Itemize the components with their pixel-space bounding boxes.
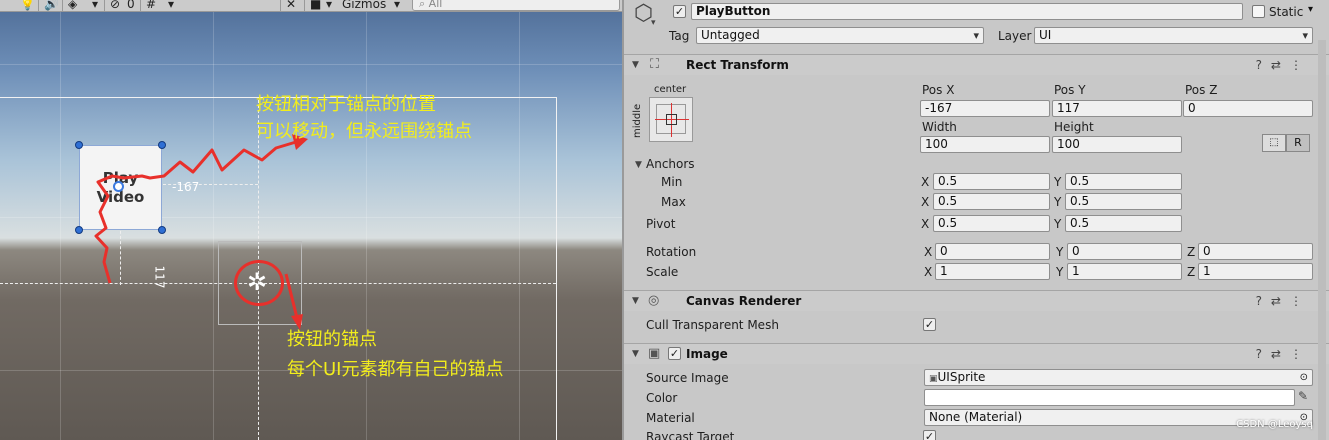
sprite-icon: ▣	[929, 374, 938, 384]
pos-x-label: Pos X	[922, 83, 955, 97]
pivot-x-field[interactable]: 0.5	[933, 215, 1050, 232]
anchor-min-y-field[interactable]: 0.5	[1065, 173, 1182, 190]
hidden-count: 0	[127, 0, 135, 11]
scale-label: Scale	[646, 265, 679, 279]
pivot-y-field[interactable]: 0.5	[1065, 215, 1182, 232]
watermark: CSDN @Leoysq	[1236, 419, 1313, 430]
component-menu-icons[interactable]: ?⇄⋮	[1256, 347, 1311, 361]
canvas-renderer-header[interactable]: ▼ ◎ Canvas Renderer ?⇄⋮	[624, 290, 1329, 311]
anchor-max-label: Max	[661, 195, 686, 209]
anchors-label: Anchors	[646, 157, 695, 171]
search-icon: ⌕	[419, 0, 429, 10]
width-label: Width	[922, 120, 957, 134]
scene-toolbar: 💡 🔊 ◈ ▾ ⊘ 0 # ▾ ✕ ■ ▾ Gizmos ▾ ⌕ All	[0, 0, 622, 12]
rotation-x-field[interactable]: 0	[935, 243, 1050, 260]
rect-transform-icon: ⛶	[650, 57, 660, 72]
annotation-text: 按钮的锚点	[287, 329, 377, 350]
anchor-preset-top-label: center	[654, 84, 687, 95]
anchor-preset-side-label: middle	[632, 103, 643, 138]
pos-z-field[interactable]: 0	[1183, 100, 1313, 117]
pos-y-field[interactable]: 117	[1052, 100, 1182, 117]
rotation-y-field[interactable]: 0	[1067, 243, 1182, 260]
anchor-min-label: Min	[661, 175, 683, 189]
tag-label: Tag	[669, 29, 690, 43]
search-input[interactable]: ⌕ All	[412, 0, 620, 11]
pos-x-field[interactable]: -167	[920, 100, 1050, 117]
component-title: Canvas Renderer	[686, 294, 802, 308]
static-checkbox[interactable]	[1252, 5, 1265, 18]
pivot-label: Pivot	[646, 217, 676, 231]
canvas-renderer-icon: ◎	[648, 293, 660, 308]
annotation-text: 每个UI元素都有自己的锚点	[287, 359, 504, 380]
annotation-text: 按钮相对于锚点的位置	[256, 94, 436, 115]
chevron-down-icon[interactable]: ▾	[651, 18, 656, 28]
eyedropper-icon[interactable]: ✎	[1298, 389, 1308, 403]
annotation-text: 可以移动，但永远围绕锚点	[256, 121, 472, 142]
image-enabled-checkbox[interactable]: ✓	[668, 347, 681, 360]
chevron-down-icon[interactable]: ▾	[168, 0, 174, 12]
source-image-label: Source Image	[646, 371, 729, 385]
material-label: Material	[646, 411, 695, 425]
component-title: Rect Transform	[686, 58, 789, 72]
tag-dropdown[interactable]: Untagged	[696, 27, 984, 44]
camera-icon[interactable]: ■	[310, 0, 321, 12]
anchor-max-y-field[interactable]: 0.5	[1065, 193, 1182, 210]
scale-z-field[interactable]: 1	[1198, 263, 1313, 280]
pos-y-label: Pos Y	[1054, 83, 1086, 97]
grid-icon[interactable]: #	[146, 0, 156, 12]
rect-transform-header[interactable]: ▼ ⛶ Rect Transform ?⇄⋮	[624, 54, 1329, 75]
scale-x-field[interactable]: 1	[935, 263, 1050, 280]
pos-z-label: Pos Z	[1185, 83, 1218, 97]
tools-icon[interactable]: ✕	[286, 0, 296, 12]
foldout-icon[interactable]: ▼	[632, 60, 639, 70]
rotation-label: Rotation	[646, 245, 697, 259]
cull-transparent-mesh-label: Cull Transparent Mesh	[646, 318, 779, 332]
scene-view[interactable]: Play Video -167 117 ✲ 按钮相对于锚点的位置 可以移动，但永…	[0, 0, 622, 440]
height-field[interactable]: 100	[1052, 136, 1182, 153]
anchor-presets-button[interactable]	[649, 97, 693, 142]
chevron-down-icon[interactable]: ▾	[92, 0, 98, 12]
blueprint-mode-icon[interactable]: ⬚	[1262, 134, 1286, 152]
color-field[interactable]	[924, 389, 1295, 406]
component-title: Image	[686, 347, 728, 361]
chevron-down-icon[interactable]: ▾	[394, 0, 400, 12]
chevron-down-icon[interactable]: ▾	[326, 0, 332, 12]
color-label: Color	[646, 391, 678, 405]
anchor-max-x-field[interactable]: 0.5	[933, 193, 1050, 210]
active-checkbox[interactable]: ✓	[673, 5, 686, 18]
object-picker-icon[interactable]: ⊙	[1300, 370, 1308, 385]
chevron-down-icon[interactable]: ▾	[1308, 4, 1313, 15]
visibility-icon[interactable]: ⊘	[110, 0, 120, 12]
foldout-icon[interactable]: ▼	[632, 349, 639, 359]
effects-icon[interactable]: ◈	[68, 0, 77, 12]
height-label: Height	[1054, 120, 1094, 134]
scale-y-field[interactable]: 1	[1067, 263, 1182, 280]
rotation-z-field[interactable]: 0	[1198, 243, 1313, 260]
foldout-icon[interactable]: ▼	[632, 296, 639, 306]
width-field[interactable]: 100	[920, 136, 1050, 153]
audio-icon[interactable]: 🔊	[44, 0, 59, 12]
anchor-min-x-field[interactable]: 0.5	[933, 173, 1050, 190]
gizmos-button[interactable]: Gizmos	[342, 0, 386, 12]
scrollbar[interactable]	[1318, 40, 1326, 440]
layer-label: Layer	[998, 29, 1032, 43]
anchors-foldout-icon[interactable]: ▼	[635, 160, 642, 170]
static-label: Static	[1269, 5, 1304, 19]
image-header[interactable]: ▼ ▣ ✓ Image ?⇄⋮	[624, 343, 1329, 364]
component-menu-icons[interactable]: ?⇄⋮	[1256, 58, 1311, 72]
source-image-field[interactable]: ▣UISprite ⊙	[924, 369, 1313, 386]
raycast-target-checkbox[interactable]: ✓	[923, 430, 936, 440]
object-name-input[interactable]: PlayButton	[691, 3, 1243, 20]
raycast-target-label: Raycast Target	[646, 430, 735, 440]
layer-dropdown[interactable]: UI	[1034, 27, 1313, 44]
image-icon: ▣	[648, 346, 661, 361]
raw-edit-button[interactable]: R	[1286, 134, 1310, 152]
light-icon[interactable]: 💡	[20, 0, 35, 12]
component-menu-icons[interactable]: ?⇄⋮	[1256, 294, 1311, 308]
inspector-panel: ⬡ ▾ ✓ PlayButton Static ▾ Tag Untagged L…	[622, 0, 1329, 440]
cull-transparent-mesh-checkbox[interactable]: ✓	[923, 318, 936, 331]
